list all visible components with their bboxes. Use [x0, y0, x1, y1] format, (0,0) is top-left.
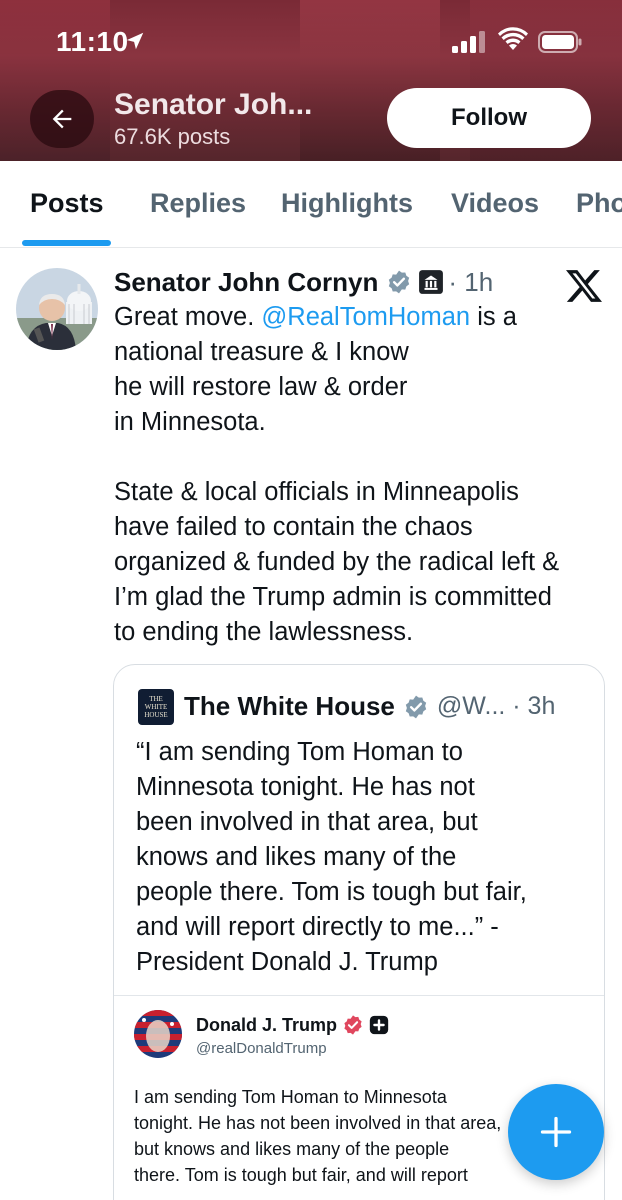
arrow-left-icon — [52, 109, 72, 129]
quoted-text-line: people there. Tom is tough but fair, — [136, 878, 527, 906]
government-building-icon — [419, 270, 444, 294]
compose-post-button[interactable] — [508, 1084, 604, 1180]
tab-videos[interactable]: Videos — [451, 188, 539, 219]
author-avatar[interactable] — [16, 268, 98, 350]
profile-name: Senator Joh... — [114, 88, 313, 121]
status-bar: 11:10 — [0, 0, 622, 80]
post-author-row: Senator John Cornyn · 1h — [114, 266, 493, 298]
paragraph-break — [114, 440, 614, 475]
post-text-line: national treasure & I know — [114, 338, 409, 366]
quoted-author-row: The White House @W... · 3h — [184, 691, 555, 722]
post-text-line: organized & funded by the radical left & — [114, 548, 560, 576]
quoted-text-line: knows and likes many of the — [136, 843, 457, 871]
back-button[interactable] — [30, 90, 94, 148]
post-text-segment: Great move. — [114, 303, 262, 331]
quoted-post-body: “I am sending Tom Homan to Minnesota ton… — [136, 735, 586, 980]
post-timestamp: · 1h — [448, 266, 494, 297]
white-house-logo: THE WHITE HOUSE — [138, 689, 174, 725]
mention-link[interactable]: @RealTomHoman — [261, 303, 470, 331]
post-text-line: have failed to contain the chaos — [114, 513, 473, 541]
embedded-author-name: Donald J. Trump — [196, 1014, 338, 1035]
wifi-icon — [498, 27, 528, 50]
post-text-line: I’m glad the Trump admin is committed — [114, 583, 552, 611]
verified-gray-icon — [389, 270, 410, 294]
post-author-name[interactable]: Senator John Cornyn — [114, 267, 378, 298]
plus-badge-icon — [369, 1015, 389, 1035]
post-count: 67.6K posts — [114, 124, 231, 149]
embedded-author-photo — [134, 1010, 182, 1058]
post-text-segment: is a — [470, 303, 517, 331]
post-body: Great move. @RealTomHoman is a national … — [114, 300, 614, 650]
verified-red-icon — [344, 1015, 362, 1035]
profile-header-banner: 11:10 Senator Joh... 67.6K posts Follow — [0, 0, 622, 161]
post-text-line: Great move. @RealTomHoman is a — [114, 300, 614, 335]
battery-icon — [538, 31, 582, 53]
quoted-text-line: Minnesota tonight. He has not — [136, 773, 475, 801]
post-text-line: to ending the lawlessness. — [114, 618, 414, 646]
plus-icon — [540, 1116, 572, 1148]
quoted-text-line: President Donald J. Trump — [136, 948, 438, 976]
verified-gray-icon — [405, 695, 427, 718]
author-photo — [16, 268, 98, 350]
tab-posts[interactable]: Posts — [30, 188, 104, 219]
active-tab-indicator — [22, 240, 111, 246]
cellular-signal-icon — [452, 31, 485, 53]
quoted-handle-time: @W... · 3h — [436, 692, 556, 720]
status-time: 11:10 — [56, 26, 129, 57]
tab-photos[interactable]: Pho — [576, 188, 622, 219]
profile-tabs: Posts Replies Highlights Videos Pho — [0, 161, 622, 248]
post-text-line: he will restore law & order — [114, 373, 408, 401]
follow-button[interactable]: Follow — [387, 88, 591, 148]
embedded-author-row: Donald J. Trump — [196, 1014, 390, 1036]
location-arrow-icon — [126, 32, 144, 50]
quoted-text-line: “I am sending Tom Homan to — [136, 738, 463, 766]
embedded-handle: @realDonaldTrump — [196, 1040, 327, 1057]
tab-replies[interactable]: Replies — [150, 188, 246, 219]
tab-highlights[interactable]: Highlights — [281, 188, 413, 219]
embedded-author-avatar — [134, 1010, 182, 1058]
post-text-line: in Minnesota. — [114, 408, 266, 436]
quoted-author-name: The White House — [184, 691, 395, 721]
post-text-line: State & local officials in Minneapolis — [114, 478, 519, 506]
quoted-text-line: and will report directly to me...” - — [136, 913, 499, 941]
quoted-text-line: been involved in that area, but — [136, 808, 478, 836]
